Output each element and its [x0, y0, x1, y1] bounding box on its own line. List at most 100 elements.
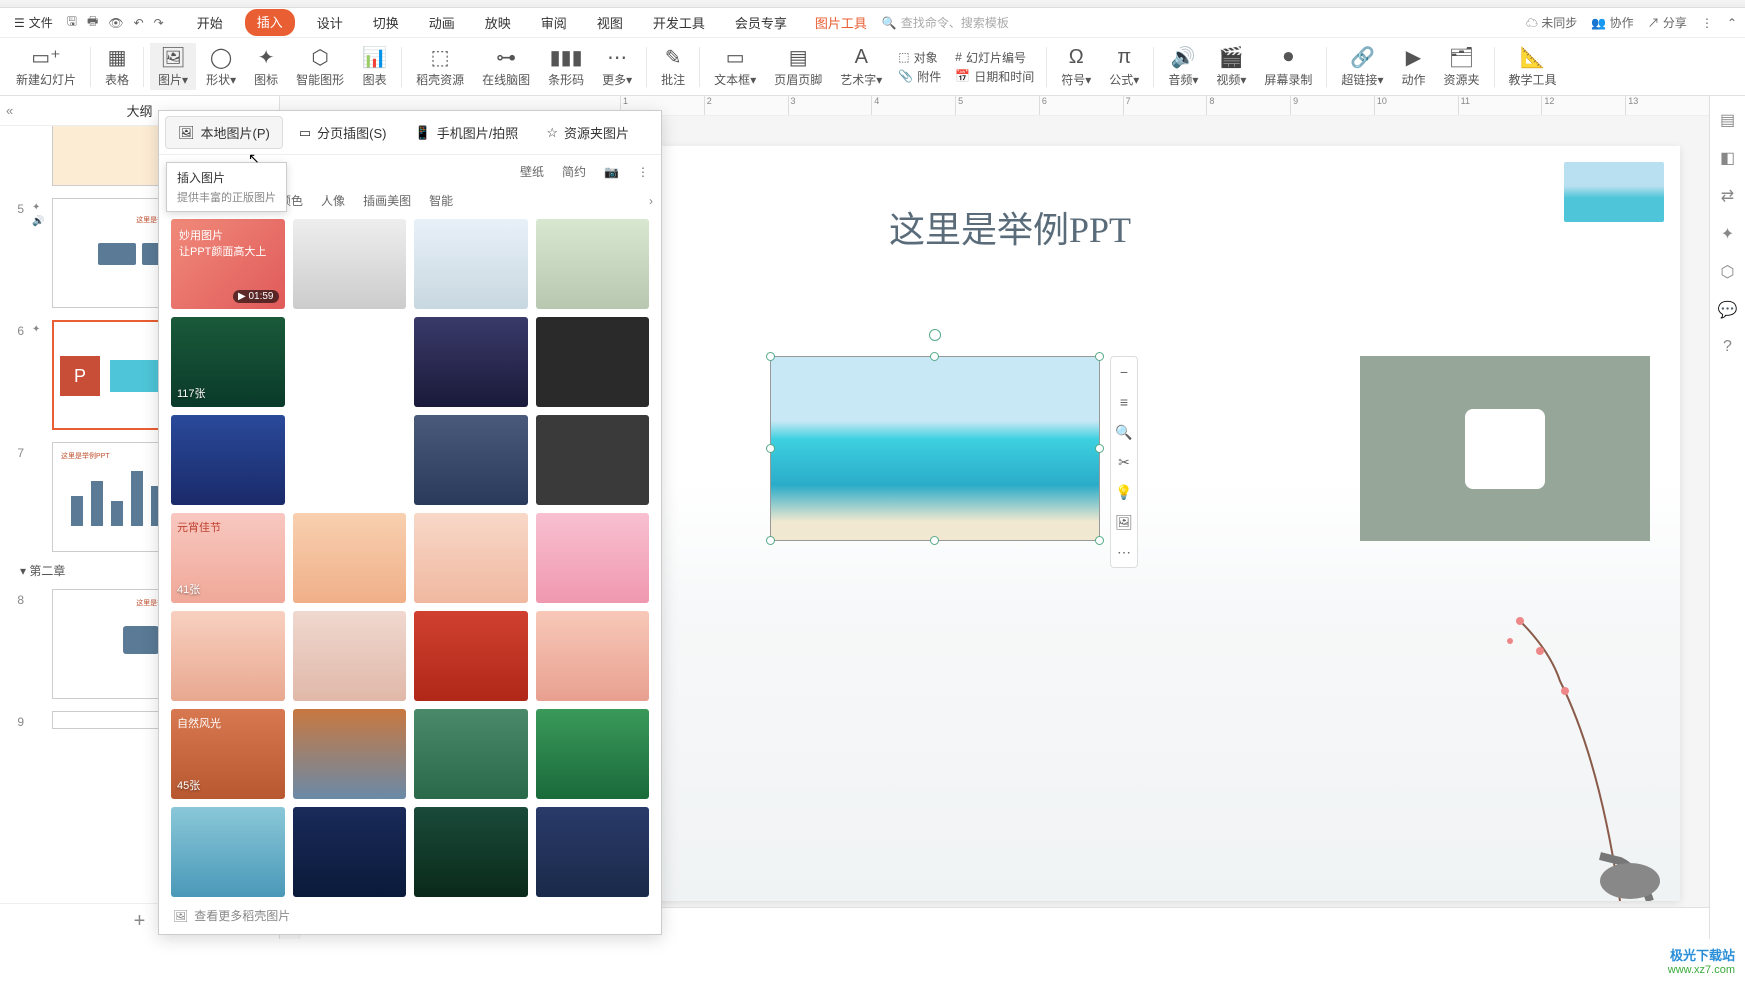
- camera-icon[interactable]: 📷: [604, 165, 619, 179]
- stock-image[interactable]: [414, 709, 528, 799]
- crop-icon[interactable]: ✂: [1111, 447, 1137, 477]
- filter-simple[interactable]: 简约: [562, 163, 586, 180]
- stock-image[interactable]: [293, 807, 407, 897]
- stock-image[interactable]: [414, 219, 528, 309]
- stock-image[interactable]: [414, 317, 528, 407]
- smartart-button[interactable]: ⬡智能图形: [288, 43, 352, 90]
- stock-image[interactable]: [414, 415, 528, 505]
- sync-status[interactable]: ☁ 未同步: [1526, 14, 1577, 31]
- resize-handle[interactable]: [930, 352, 939, 361]
- tab-slideshow[interactable]: 放映: [477, 9, 519, 36]
- resource-pane-icon[interactable]: ⬡: [1721, 262, 1735, 282]
- category-illustration[interactable]: 插画美图: [363, 192, 411, 209]
- tab-member[interactable]: 会员专享: [727, 9, 795, 36]
- effects-icon[interactable]: 💡: [1111, 477, 1137, 507]
- stock-image[interactable]: [414, 611, 528, 701]
- resize-handle[interactable]: [1095, 352, 1104, 361]
- layers-icon[interactable]: ≡: [1111, 387, 1137, 417]
- stock-image[interactable]: [293, 513, 407, 603]
- mindmap-button[interactable]: ⊶在线脑图: [474, 43, 538, 90]
- selected-image[interactable]: [770, 356, 1100, 541]
- print-icon[interactable]: 🖶: [87, 12, 98, 33]
- tab-start[interactable]: 开始: [189, 9, 231, 36]
- stock-image[interactable]: [536, 807, 650, 897]
- tab-design[interactable]: 设计: [309, 9, 351, 36]
- tab-animation[interactable]: 动画: [421, 9, 463, 36]
- dropdown-tab-resource-picture[interactable]: ☆资源夹图片: [534, 117, 641, 148]
- transition-pane-icon[interactable]: ⇄: [1721, 186, 1734, 206]
- docer-button[interactable]: ⬚稻壳资源: [408, 43, 472, 90]
- barcode-button[interactable]: ▮▮▮条形码: [540, 43, 592, 90]
- image-placeholder[interactable]: [1360, 356, 1650, 541]
- category-portrait[interactable]: 人像: [321, 192, 345, 209]
- stock-image[interactable]: [171, 415, 285, 505]
- corner-thumbnail-image[interactable]: [1564, 162, 1664, 222]
- share-button[interactable]: ↗ 分享: [1648, 14, 1687, 31]
- replace-image-icon[interactable]: 🖼: [1111, 507, 1137, 537]
- undo-icon[interactable]: ↶: [134, 16, 144, 30]
- shape-button[interactable]: ◯形状▾: [198, 43, 244, 90]
- zoom-in-icon[interactable]: 🔍: [1111, 417, 1137, 447]
- category-scroll-right-icon[interactable]: ›: [649, 194, 653, 208]
- collapse-outline-icon[interactable]: «: [6, 103, 13, 118]
- stock-image[interactable]: [536, 709, 650, 799]
- tab-devtools[interactable]: 开发工具: [645, 9, 713, 36]
- tab-review[interactable]: 审阅: [533, 9, 575, 36]
- resource-button[interactable]: 🗂资源夹: [1435, 43, 1487, 90]
- rotate-handle[interactable]: [929, 329, 941, 341]
- tab-transition[interactable]: 切换: [365, 9, 407, 36]
- category-smart[interactable]: 智能: [429, 192, 453, 209]
- more-menu-icon[interactable]: ⋮: [1701, 16, 1713, 30]
- stock-image[interactable]: [536, 611, 650, 701]
- annotate-button[interactable]: ✎批注: [653, 43, 693, 90]
- stock-image[interactable]: [536, 219, 650, 309]
- filter-wallpaper[interactable]: 壁纸: [520, 163, 544, 180]
- picture-button[interactable]: 🖼图片▾: [150, 43, 196, 90]
- context-tab-picture-tools[interactable]: 图片工具: [815, 13, 867, 32]
- resize-handle[interactable]: [1095, 536, 1104, 545]
- symbol-button[interactable]: Ω符号▾: [1053, 43, 1099, 90]
- tab-insert[interactable]: 插入: [245, 9, 295, 36]
- preview-icon[interactable]: 👁: [108, 16, 123, 30]
- tab-view[interactable]: 视图: [589, 9, 631, 36]
- nav-pane-icon[interactable]: ▤: [1720, 110, 1735, 130]
- video-button[interactable]: 🎬视频▾: [1208, 43, 1254, 90]
- video-tutorial-card[interactable]: 妙用图片让PPT颜面高大上 ▶ 01:59: [171, 219, 285, 309]
- stock-image[interactable]: [293, 415, 407, 505]
- resize-handle[interactable]: [766, 536, 775, 545]
- datetime-button[interactable]: 📅 日期和时间: [955, 68, 1034, 85]
- view-more-link[interactable]: 🖼 查看更多稻壳图片: [159, 897, 661, 934]
- stock-image[interactable]: [293, 317, 407, 407]
- stock-image[interactable]: [171, 611, 285, 701]
- resize-handle[interactable]: [766, 352, 775, 361]
- stock-album[interactable]: 元宵佳节 41张: [171, 513, 285, 603]
- attachment-button[interactable]: 📎 附件: [898, 68, 941, 85]
- file-menu[interactable]: ☰ 文件: [8, 12, 59, 33]
- table-button[interactable]: ▦表格: [97, 43, 137, 90]
- help-pane-icon[interactable]: ?: [1723, 338, 1732, 356]
- resize-handle[interactable]: [1095, 444, 1104, 453]
- object-button[interactable]: ⬚ 对象: [898, 49, 941, 66]
- chart-button[interactable]: 📊图表: [354, 43, 395, 90]
- textbox-button[interactable]: ▭文本框▾: [706, 43, 764, 90]
- save-icon[interactable]: 🖫: [67, 12, 77, 33]
- redo-icon[interactable]: ↷: [154, 16, 164, 30]
- resize-handle[interactable]: [766, 444, 775, 453]
- stock-image[interactable]: [171, 807, 285, 897]
- dropdown-tab-phone-picture[interactable]: 📱手机图片/拍照: [403, 117, 531, 148]
- hyperlink-button[interactable]: 🔗超链接▾: [1333, 43, 1391, 90]
- stock-image[interactable]: [293, 611, 407, 701]
- collaborate-button[interactable]: 👥 协作: [1591, 14, 1633, 31]
- animation-pane-icon[interactable]: ✦: [1721, 224, 1734, 244]
- more-icon[interactable]: ⋮: [637, 165, 649, 179]
- dropdown-tab-local-picture[interactable]: 🖼本地图片(P): [165, 116, 283, 149]
- stock-image[interactable]: [536, 317, 650, 407]
- stock-image[interactable]: [414, 807, 528, 897]
- slide-title-text[interactable]: 这里是举例PPT: [889, 201, 1131, 253]
- comment-pane-icon[interactable]: 💬: [1718, 300, 1738, 320]
- new-slide-button[interactable]: ▭⁺新建幻灯片: [8, 43, 84, 90]
- stock-album[interactable]: 117张: [171, 317, 285, 407]
- teaching-button[interactable]: 📐教学工具: [1501, 43, 1565, 90]
- stock-image[interactable]: [414, 513, 528, 603]
- collapse-ribbon-icon[interactable]: ⌃: [1727, 16, 1737, 30]
